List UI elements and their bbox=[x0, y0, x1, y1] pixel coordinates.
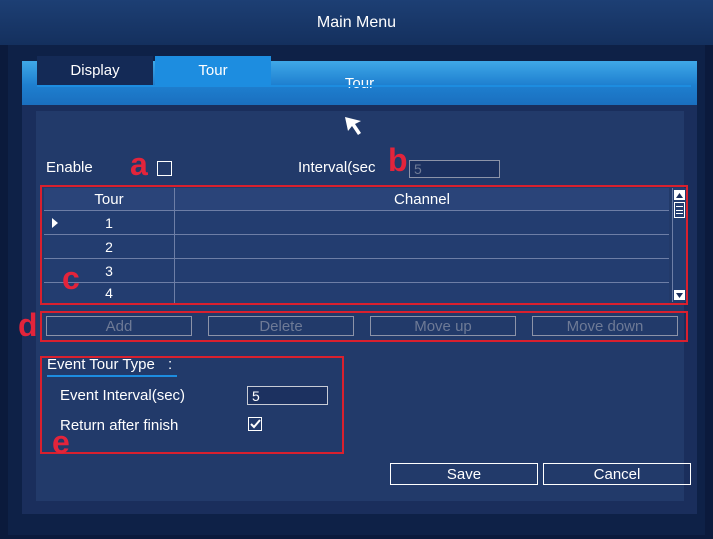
table-row[interactable]: 2 bbox=[44, 235, 669, 259]
interval-label: Interval(sec bbox=[298, 159, 376, 176]
tour-table: Tour Channel 1 2 3 4 bbox=[44, 188, 669, 303]
table-cell-tour-value: 1 bbox=[105, 214, 113, 231]
table-scrollbar[interactable] bbox=[672, 188, 686, 302]
interval-input[interactable] bbox=[409, 160, 500, 178]
move-up-button[interactable]: Move up bbox=[370, 316, 516, 336]
enable-checkbox[interactable] bbox=[157, 161, 172, 176]
table-cell-tour-value: 3 bbox=[105, 262, 113, 279]
cancel-button[interactable]: Cancel bbox=[543, 463, 691, 485]
table-cell-tour-value: 2 bbox=[105, 238, 113, 255]
column-header-tour: Tour bbox=[44, 188, 175, 211]
table-row[interactable]: 4 bbox=[44, 283, 669, 303]
cursor-arrow-icon bbox=[345, 117, 361, 135]
enable-label: Enable bbox=[46, 159, 93, 176]
event-tour-type-title: Event Tour Type bbox=[47, 356, 155, 373]
move-down-button[interactable]: Move down bbox=[532, 316, 678, 336]
column-header-tour-label: Tour bbox=[94, 190, 124, 208]
tab-display[interactable]: Display bbox=[37, 56, 153, 85]
annotation-marker-a: a bbox=[130, 146, 148, 182]
table-cell-tour: 1 bbox=[44, 211, 175, 234]
column-header-channel-label: Channel bbox=[394, 190, 450, 208]
event-interval-label: Event Interval(sec) bbox=[60, 387, 186, 404]
table-row[interactable]: 1 bbox=[44, 211, 669, 235]
checkmark-icon bbox=[249, 419, 261, 429]
scroll-up-icon[interactable] bbox=[674, 190, 685, 200]
table-cell-tour: 2 bbox=[44, 235, 175, 258]
scroll-down-icon[interactable] bbox=[674, 290, 685, 300]
event-interval-input[interactable] bbox=[247, 386, 328, 405]
tab-tour[interactable]: Tour bbox=[155, 56, 271, 85]
main-menu-title: Main Menu bbox=[316, 13, 397, 31]
tab-tour-label: Tour bbox=[198, 62, 228, 79]
column-header-channel: Channel bbox=[175, 188, 669, 211]
scroll-thumb[interactable] bbox=[674, 202, 685, 218]
return-after-finish-label: Return after finish bbox=[60, 417, 179, 434]
tour-dialog-title: Tour bbox=[344, 74, 375, 92]
tab-display-label: Display bbox=[70, 62, 120, 79]
add-button[interactable]: Add bbox=[46, 316, 192, 336]
table-cell-tour-value: 4 bbox=[105, 285, 113, 301]
annotation-marker-b: b bbox=[388, 142, 408, 178]
event-tour-type-colon: : bbox=[168, 356, 173, 373]
return-after-finish-checkbox[interactable] bbox=[248, 417, 262, 431]
tab-underline bbox=[37, 85, 691, 87]
delete-button[interactable]: Delete bbox=[208, 316, 354, 336]
annotation-marker-e: e bbox=[52, 424, 70, 460]
event-tour-type-underline bbox=[47, 375, 177, 377]
table-row[interactable]: 3 bbox=[44, 259, 669, 283]
save-button[interactable]: Save bbox=[390, 463, 538, 485]
main-menu-titlebar: Main Menu bbox=[0, 0, 713, 45]
annotation-marker-d: d bbox=[18, 307, 38, 343]
annotation-marker-c: c bbox=[62, 260, 80, 296]
